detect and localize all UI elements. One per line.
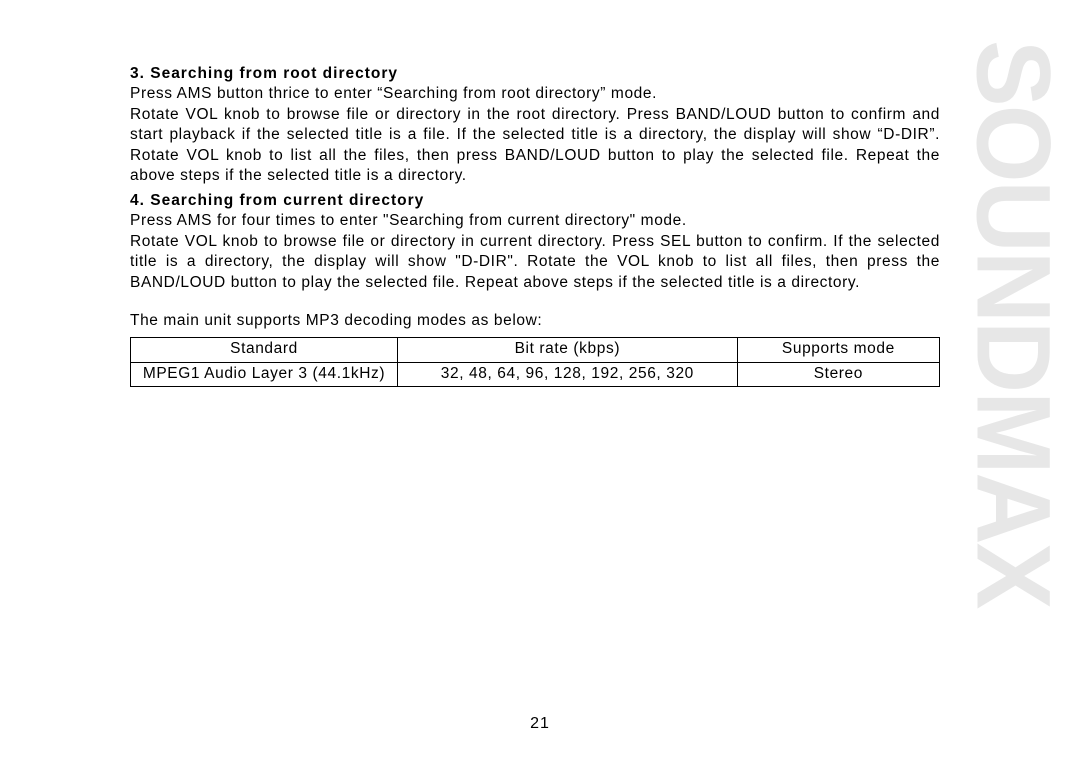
section-4-line1: Press AMS for four times to enter "Searc… — [130, 211, 940, 231]
support-intro: The main unit supports MP3 decoding mode… — [130, 311, 940, 331]
section-3-heading: 3. Searching from root directory — [130, 64, 940, 84]
page-content: 3. Searching from root directory Press A… — [130, 60, 940, 387]
section-3-body: Rotate VOL knob to browse file or direct… — [130, 105, 940, 187]
table-header-standard: Standard — [131, 338, 398, 362]
brand-watermark: SOUNDMAX — [966, 40, 1061, 607]
table-row: Standard Bit rate (kbps) Supports mode — [131, 338, 940, 362]
table-header-bitrate: Bit rate (kbps) — [397, 338, 737, 362]
table-cell-standard: MPEG1 Audio Layer 3 (44.1kHz) — [131, 362, 398, 386]
section-3-line1: Press AMS button thrice to enter “Search… — [130, 84, 940, 104]
section-4-body: Rotate VOL knob to browse file or direct… — [130, 232, 940, 293]
table-cell-bitrate: 32, 48, 64, 96, 128, 192, 256, 320 — [397, 362, 737, 386]
table-header-mode: Supports mode — [737, 338, 939, 362]
mp3-support-table: Standard Bit rate (kbps) Supports mode M… — [130, 337, 940, 387]
table-row: MPEG1 Audio Layer 3 (44.1kHz) 32, 48, 64… — [131, 362, 940, 386]
page-number: 21 — [0, 715, 1080, 733]
table-cell-mode: Stereo — [737, 362, 939, 386]
section-4-heading: 4. Searching from current directory — [130, 191, 940, 211]
